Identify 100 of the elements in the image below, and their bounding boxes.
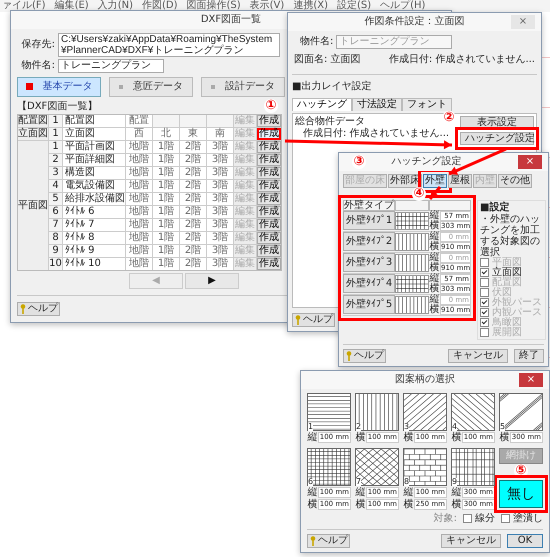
drawing-name-cell: ﾀｲﾄﾙ 6 — [63, 206, 125, 218]
pattern-swatch[interactable] — [451, 448, 495, 486]
hatch-pattern-swatch[interactable] — [395, 212, 429, 230]
group-cell: 立面図 — [18, 128, 48, 140]
data-tab[interactable]: 意匠データ — [109, 76, 193, 96]
table-cell: 2階 — [180, 180, 206, 192]
pager-button[interactable]: ▶ — [185, 273, 239, 289]
field-label: 横 — [403, 432, 414, 443]
category-button[interactable]: その他 — [498, 174, 532, 188]
help-button[interactable]: ヘルプ — [292, 313, 335, 327]
target-checkbox[interactable]: 立面図 — [480, 268, 522, 278]
wall-type-button[interactable]: 外壁ﾀｲﾌﾟ5 — [343, 295, 395, 314]
option-checkbox[interactable]: 線分 — [463, 514, 495, 524]
create-button[interactable]: 作成 — [257, 245, 281, 257]
close-button[interactable]: × — [511, 15, 535, 29]
table-cell: 地階 — [126, 245, 152, 257]
table-cell: 地階 — [126, 167, 152, 179]
pattern-swatch[interactable] — [451, 393, 495, 431]
table-cell: 3階 — [207, 206, 233, 218]
help-button[interactable]: ヘルプ — [343, 348, 386, 362]
field-label: 縦 — [429, 274, 440, 284]
row-number: 7 — [49, 219, 62, 231]
menu-item[interactable]: 作図(D) — [142, 0, 178, 12]
drawing-name-cell: ﾀｲﾄﾙ 7 — [63, 219, 125, 231]
create-button[interactable]: 作成 — [257, 206, 281, 218]
table-cell: 1階 — [153, 258, 179, 270]
hatch-pattern-swatch[interactable] — [395, 275, 429, 293]
create-button[interactable]: 作成 — [257, 128, 281, 140]
row-number: 8 — [49, 232, 62, 244]
create-button[interactable]: 作成 — [257, 180, 281, 192]
category-button[interactable]: 屋根 — [448, 174, 472, 188]
wall-type-button[interactable]: 外壁ﾀｲﾌﾟ2 — [343, 232, 395, 251]
pattern-number: 4 — [452, 423, 458, 431]
column-header: 外壁タイプ — [343, 200, 395, 211]
group-cell: 平面図 — [18, 141, 48, 270]
menu-item[interactable]: 表示(V) — [250, 0, 284, 12]
pattern-number: 3 — [404, 423, 410, 431]
table-cell: 西 — [126, 128, 152, 140]
create-button[interactable]: 作成 — [257, 154, 281, 166]
hatch-pattern-swatch[interactable] — [395, 233, 429, 251]
pattern-swatch[interactable] — [355, 393, 399, 431]
table-cell: 2階 — [180, 193, 206, 205]
field-label: 横 — [451, 432, 462, 443]
hatch-pattern-swatch[interactable] — [395, 296, 429, 314]
table-cell: 1階 — [153, 232, 179, 244]
help-button[interactable]: ヘルプ — [17, 302, 60, 316]
help-button[interactable]: ヘルプ — [307, 534, 350, 548]
create-button[interactable]: 作成 — [257, 141, 281, 153]
data-tab[interactable]: 設計データ — [201, 76, 285, 96]
menu-item[interactable]: ァイル(F) — [2, 0, 46, 12]
close-button[interactable]: × — [518, 155, 542, 169]
field-label: 縦 — [307, 487, 318, 498]
create-button[interactable]: 作成 — [257, 219, 281, 231]
wall-type-button[interactable]: 外壁ﾀｲﾌﾟ3 — [343, 253, 395, 272]
wall-type-button[interactable]: 外壁ﾀｲﾌﾟ4 — [343, 274, 395, 293]
pattern-swatch[interactable] — [499, 393, 543, 431]
field-label: 横 — [429, 221, 440, 231]
pattern-swatch[interactable] — [403, 448, 447, 486]
property-name-field[interactable]: トレーニングプラン — [58, 59, 164, 72]
ok-button[interactable]: OK — [507, 534, 543, 548]
drawing-name-cell: 平面計画図 — [63, 141, 125, 153]
tab[interactable]: フォント — [402, 98, 452, 110]
pattern-swatch[interactable] — [307, 448, 351, 486]
field-label: 縦 — [403, 487, 414, 498]
option-checkbox[interactable]: 塗潰し — [501, 514, 543, 524]
table-cell: 地階 — [126, 258, 152, 270]
save-path-field[interactable]: C:¥Users¥zaki¥AppData¥Roaming¥TheSystem¥PlannerCAD¥DXF¥トレーニングプラン — [58, 33, 280, 57]
close-button[interactable]: × — [519, 373, 543, 387]
hatch-pattern-swatch[interactable] — [395, 254, 429, 272]
create-button[interactable]: 作成 — [257, 258, 281, 270]
field-label: 横 — [429, 242, 440, 252]
drawing-name-cell: 配置図 — [63, 115, 125, 127]
cancel-button[interactable]: キャンセル — [441, 534, 501, 548]
finish-button[interactable]: 終了 — [514, 348, 544, 362]
field-label: 縦 — [429, 232, 440, 242]
data-tab[interactable]: 基本データ — [17, 76, 101, 96]
table-cell: 1階 — [153, 180, 179, 192]
create-button[interactable]: 作成 — [257, 232, 281, 244]
property-name-field: トレーニングプラン — [336, 35, 452, 48]
settings-button[interactable]: 表示設定 — [460, 116, 534, 128]
menu-item[interactable]: 図面操作(S) — [186, 0, 241, 12]
header-cell — [429, 200, 471, 211]
menu-item[interactable]: 入力(N) — [98, 0, 133, 12]
create-button[interactable]: 作成 — [257, 167, 281, 179]
tab[interactable]: ハッチング — [292, 98, 352, 110]
tab[interactable]: 寸法設定 — [352, 98, 402, 110]
pattern-swatch[interactable] — [403, 393, 447, 431]
table-cell: 3階 — [207, 258, 233, 270]
create-button[interactable]: 作成 — [257, 115, 281, 127]
menu-item[interactable]: 編集(E) — [54, 0, 89, 12]
drawing-name-cell: 構造図 — [63, 167, 125, 179]
pattern-swatch[interactable] — [355, 448, 399, 486]
wall-type-button[interactable]: 外壁ﾀｲﾌﾟ1 — [343, 211, 395, 230]
cancel-button[interactable]: キャンセル — [448, 348, 508, 362]
table-cell: 1階 — [153, 206, 179, 218]
pattern-swatch[interactable] — [307, 393, 351, 431]
annotation-arrow — [428, 186, 442, 200]
create-button[interactable]: 作成 — [257, 193, 281, 205]
row-number: 9 — [49, 245, 62, 257]
table-cell: 2階 — [180, 245, 206, 257]
